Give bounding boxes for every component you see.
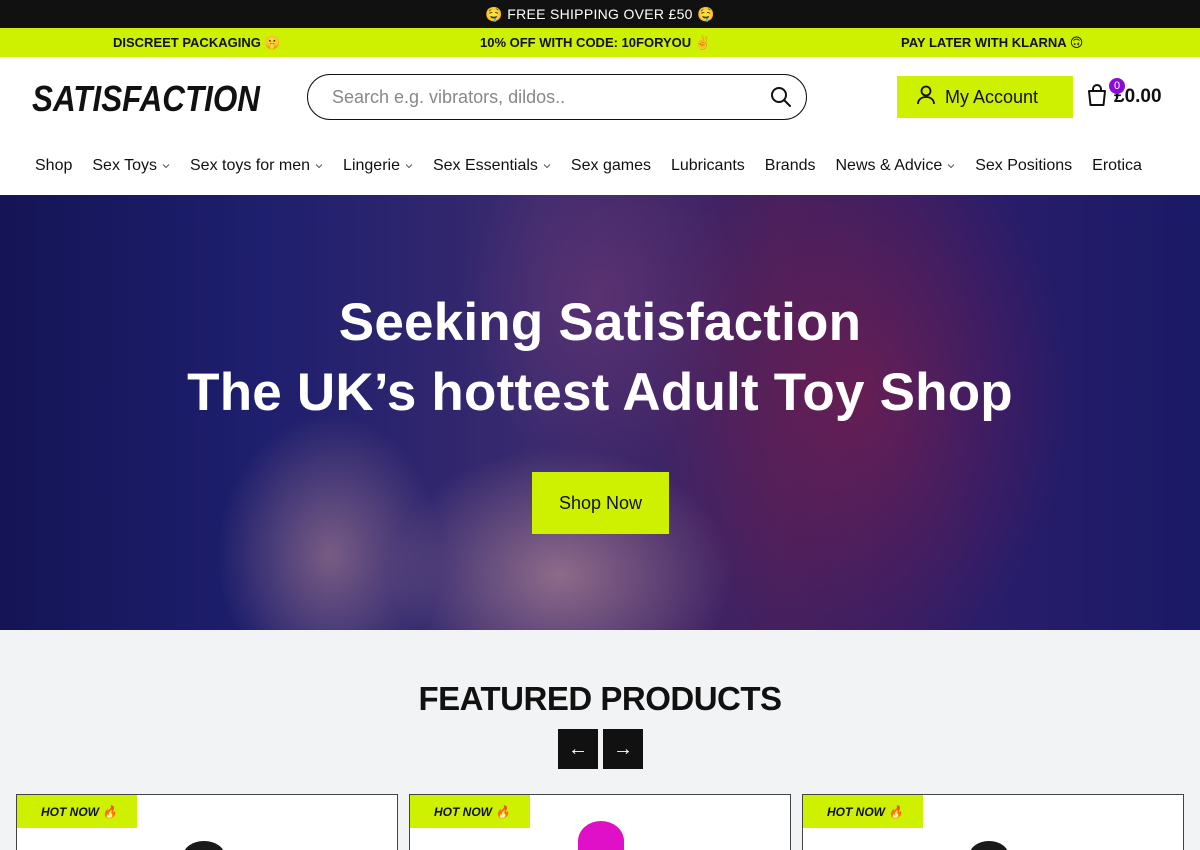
nav-item-sex-toys[interactable]: Sex Toys xyxy=(92,157,170,175)
promo-discount-code: 10% OFF WITH CODE: 10FORYOU ✌️ xyxy=(480,35,711,50)
product-image[interactable] xyxy=(578,821,624,850)
nav-item-label: Shop xyxy=(35,157,73,174)
promo-klarna: PAY LATER WITH KLARNA 🙃 xyxy=(901,35,1084,50)
site-header: SATISFACTION My Account 0 £0.00 xyxy=(0,57,1200,137)
my-account-button[interactable]: My Account xyxy=(897,76,1073,118)
carousel-prev-button[interactable]: ← xyxy=(558,729,598,769)
nav-item-sex-games[interactable]: Sex games xyxy=(571,157,651,175)
search-box xyxy=(307,74,807,120)
nav-item-label: Erotica xyxy=(1092,157,1142,174)
nav-item-sex-toys-for-men[interactable]: Sex toys for men xyxy=(190,157,323,175)
hero-heading-line1: Seeking Satisfaction xyxy=(338,293,862,352)
chevron-down-icon xyxy=(405,164,413,169)
nav-item-label: Brands xyxy=(764,157,816,174)
main-nav: Shop Sex Toys Sex toys for men Lingerie … xyxy=(0,137,1200,195)
chevron-down-icon xyxy=(162,164,170,169)
nav-item-label: Sex toys for men xyxy=(190,157,311,174)
nav-item-lingerie[interactable]: Lingerie xyxy=(343,157,413,175)
nav-item-label: Sex Toys xyxy=(92,157,157,174)
nav-item-sex-positions[interactable]: Sex Positions xyxy=(975,157,1072,175)
shopping-bag-icon xyxy=(1086,83,1108,112)
cart-button[interactable]: 0 £0.00 xyxy=(1086,78,1162,113)
hot-now-badge: HOT NOW 🔥 xyxy=(803,795,923,828)
product-card[interactable]: HOT NOW 🔥 xyxy=(16,794,398,850)
featured-products-section: FEATURED PRODUCTS ← → HOT NOW 🔥 HOT NOW … xyxy=(0,630,1200,850)
hot-now-badge: HOT NOW 🔥 xyxy=(17,795,137,828)
nav-item-label: News & Advice xyxy=(835,157,943,174)
product-image[interactable] xyxy=(183,841,225,850)
site-logo[interactable]: SATISFACTION xyxy=(32,77,262,117)
promo-bar: DISCREET PACKAGING 🤫 10% OFF WITH CODE: … xyxy=(0,28,1200,57)
nav-item-shop[interactable]: Shop xyxy=(35,157,72,175)
chevron-down-icon xyxy=(315,164,323,169)
nav-item-label: Sex games xyxy=(570,157,651,174)
product-image[interactable] xyxy=(969,841,1009,850)
chevron-down-icon xyxy=(947,164,955,169)
user-icon xyxy=(917,85,935,110)
nav-item-erotica[interactable]: Erotica xyxy=(1092,157,1142,175)
nav-item-label: Lubricants xyxy=(670,157,745,174)
my-account-label: My Account xyxy=(945,86,1039,107)
hot-now-badge: HOT NOW 🔥 xyxy=(410,795,530,828)
shipping-banner-text: 🤤 FREE SHIPPING OVER £50 🤤 xyxy=(485,5,715,22)
shipping-banner: 🤤 FREE SHIPPING OVER £50 🤤 xyxy=(0,0,1200,28)
nav-item-label: Sex Essentials xyxy=(432,157,538,174)
nav-item-news-advice[interactable]: News & Advice xyxy=(836,157,956,175)
nav-item-label: Sex Positions xyxy=(975,157,1073,174)
product-card[interactable]: HOT NOW 🔥 xyxy=(802,794,1184,850)
section-title: FEATURED PRODUCTS xyxy=(418,680,782,717)
cart-count-badge: 0 xyxy=(1109,78,1125,94)
nav-item-lubricants[interactable]: Lubricants xyxy=(671,157,745,175)
carousel-next-button[interactable]: → xyxy=(603,729,643,769)
svg-text:SATISFACTION: SATISFACTION xyxy=(32,78,261,117)
hero-heading-line2: The UK’s hottest Adult Toy Shop xyxy=(187,363,1013,422)
nav-item-brands[interactable]: Brands xyxy=(765,157,816,175)
product-card[interactable]: HOT NOW 🔥 xyxy=(409,794,791,850)
nav-item-sex-essentials[interactable]: Sex Essentials xyxy=(433,157,551,175)
search-input[interactable] xyxy=(332,86,768,108)
shop-now-button[interactable]: Shop Now xyxy=(532,472,669,534)
search-icon[interactable] xyxy=(768,84,794,110)
hero-banner: Seeking Satisfaction The UK’s hottest Ad… xyxy=(0,195,1200,630)
nav-item-label: Lingerie xyxy=(343,157,400,174)
chevron-down-icon xyxy=(543,164,551,169)
promo-packaging: DISCREET PACKAGING 🤫 xyxy=(113,35,281,50)
